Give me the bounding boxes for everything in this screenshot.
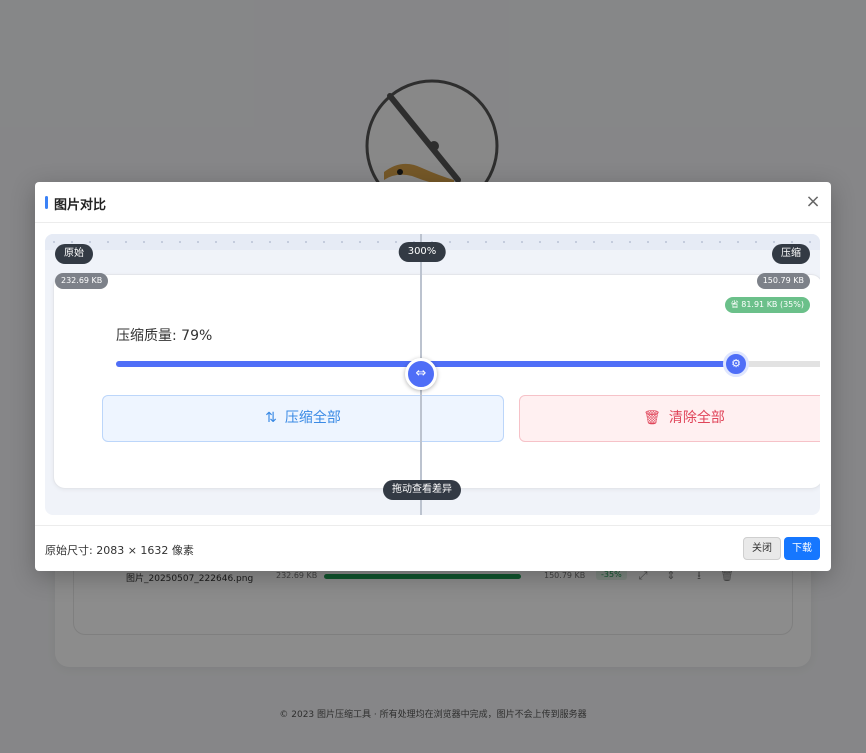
original-size-badge: 232.69 KB xyxy=(55,273,109,289)
close-icon[interactable]: × xyxy=(803,192,823,212)
compress-all-label: 压缩全部 xyxy=(284,410,341,426)
modal-title: 图片对比 xyxy=(54,198,107,213)
title-accent-bar xyxy=(45,196,48,209)
image-compare-viewer[interactable]: 压缩质量: 79% ⚙ ⇅ 压缩全部 🗑 清除全部 ⇔ 300% 原始 压缩 232… xyxy=(45,234,820,515)
clear-all-label: 清除全部 xyxy=(668,410,725,426)
compress-all-button[interactable]: ⇅ 压缩全部 xyxy=(102,395,504,442)
compressed-size-badge: 150.79 KB xyxy=(756,273,810,289)
drag-hint: 拖动查看差异 xyxy=(383,480,461,500)
preview-screenshot: 压缩质量: 79% ⚙ ⇅ 压缩全部 🗑 清除全部 xyxy=(53,274,820,489)
original-label: 原始 xyxy=(55,244,93,264)
original-dimensions: 原始尺寸: 2083 × 1632 像素 xyxy=(45,544,194,557)
quality-slider-knob-icon[interactable]: ⚙ xyxy=(723,351,749,377)
trash-icon: 🗑 xyxy=(643,410,661,426)
saved-badge: 省 81.91 KB (35%) xyxy=(724,297,810,313)
divider-handle-icon[interactable]: ⇔ xyxy=(405,358,437,390)
zoom-badge: 300% xyxy=(398,242,446,262)
compressed-label: 压缩 xyxy=(772,244,810,264)
quality-slider-track[interactable] xyxy=(116,361,820,367)
clear-all-button[interactable]: 🗑 清除全部 xyxy=(519,395,820,442)
close-button[interactable]: 关闭 xyxy=(743,537,781,560)
compare-modal: 图片对比 × 压缩质量: 79% ⚙ ⇅ 压缩全部 🗑 清除全部 ⇔ 300% 原始… xyxy=(35,182,831,571)
download-button[interactable]: 下载 xyxy=(784,537,820,560)
quality-label: 压缩质量: 79% xyxy=(116,328,213,344)
modal-footer: 原始尺寸: 2083 × 1632 像素 关闭 下载 xyxy=(35,525,831,571)
modal-header: 图片对比 × xyxy=(35,182,831,223)
compress-icon: ⇅ xyxy=(265,410,277,426)
